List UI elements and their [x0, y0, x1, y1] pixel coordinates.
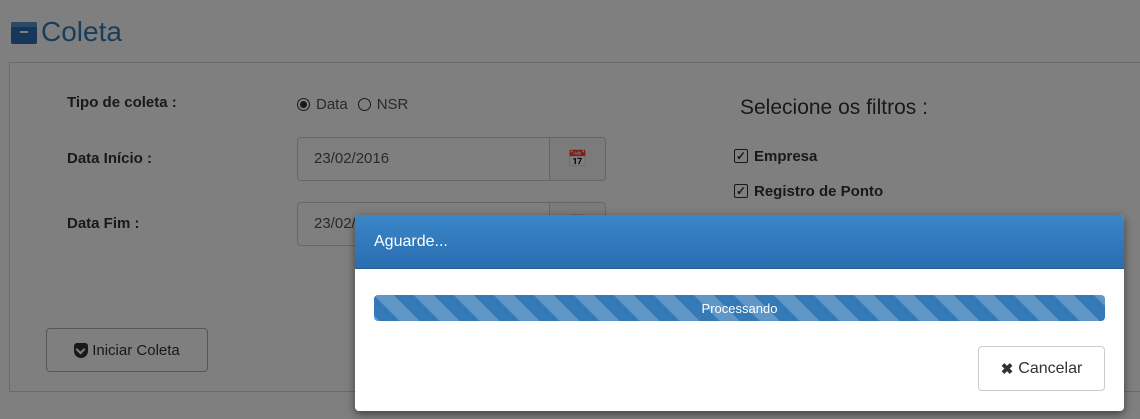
modal-header: Aguarde... [355, 215, 1124, 269]
modal-body: Processando ✖ Cancelar [355, 269, 1124, 411]
progress-bar: Processando [374, 295, 1105, 321]
processing-modal: Aguarde... Processando ✖ Cancelar [355, 215, 1124, 411]
cancel-label: Cancelar [1018, 359, 1083, 377]
cancel-button[interactable]: ✖ Cancelar [978, 346, 1105, 391]
modal-title: Aguarde... [374, 232, 448, 250]
close-icon: ✖ [1000, 360, 1014, 378]
progress-track: Processando [374, 295, 1105, 321]
progress-label: Processando [701, 300, 778, 316]
